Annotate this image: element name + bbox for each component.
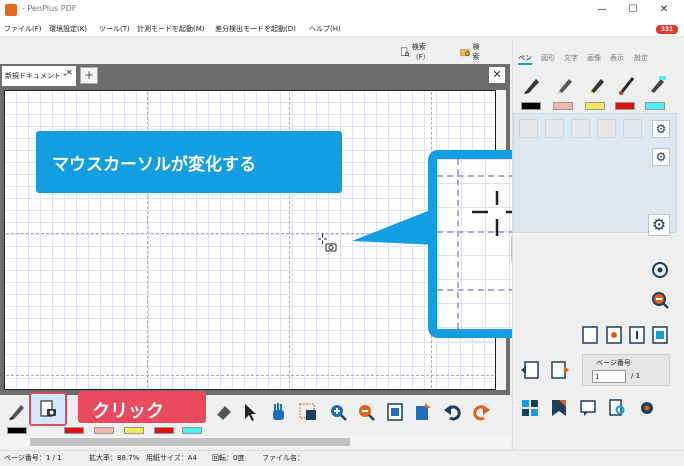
page-icon[interactable] [580, 325, 600, 345]
capture-button[interactable] [29, 392, 67, 426]
color-swatch[interactable] [124, 427, 144, 434]
select-area-icon[interactable] [298, 402, 318, 422]
layout-icon[interactable] [520, 398, 540, 418]
color-swatch[interactable] [64, 427, 84, 434]
menu-bar: ファイル(F) 環境設定(K) ツール(T) 計測モードを起動(M) 差分検出モ… [0, 20, 684, 37]
status-rotation: 回転：0度 [212, 454, 245, 462]
color-swatch[interactable] [645, 102, 665, 110]
pen-icon[interactable] [522, 75, 542, 95]
tab-view[interactable]: 表示 [610, 53, 624, 63]
scrollbar-thumb[interactable] [30, 438, 350, 446]
search-folder-icon [460, 49, 470, 57]
undo-icon[interactable] [442, 402, 462, 422]
tab-pen[interactable]: ペン [518, 53, 532, 65]
tab-settings[interactable]: 設定 [634, 53, 648, 63]
status-page: ページ番号：1 / 1 [4, 454, 62, 462]
callout-pointer [352, 207, 438, 245]
color-swatch[interactable] [553, 102, 573, 110]
redo-icon[interactable] [472, 402, 492, 422]
arrow-cursor-icon[interactable] [240, 402, 260, 422]
search-button-label: 検索（F） [411, 43, 430, 61]
tab-image[interactable]: 画像 [587, 53, 601, 63]
insert-page-icon[interactable] [550, 360, 570, 380]
tab-text[interactable]: 文字 [564, 53, 578, 63]
bookmark-icon[interactable] [549, 398, 569, 418]
page-icon[interactable] [650, 325, 670, 345]
status-zoom: 拡大率：88.7% [89, 454, 140, 462]
folder-search-button[interactable]: 検索 [460, 43, 483, 61]
gear-icon[interactable]: ⚙ [648, 214, 670, 236]
status-paper: 用紙サイズ：A4 [146, 454, 198, 462]
page-move-icon[interactable] [413, 402, 433, 422]
page-icon[interactable] [627, 325, 647, 345]
close-button[interactable]: ✕ [654, 2, 674, 18]
notification-badge[interactable]: 331 [656, 25, 678, 34]
color-swatch[interactable] [615, 102, 635, 110]
menu-measure-mode[interactable]: 計測モードを起動(M) [137, 24, 205, 34]
search-icon [401, 47, 410, 57]
tab-shape[interactable]: 図形 [541, 53, 555, 63]
brush-icon[interactable] [617, 75, 637, 95]
pen-icon[interactable] [555, 75, 575, 95]
title-bar [0, 0, 684, 20]
pen-slot[interactable] [545, 119, 564, 138]
menu-file[interactable]: ファイル(F) [4, 24, 42, 34]
close-document-button[interactable]: ✕ [489, 67, 505, 83]
minimize-button[interactable]: — [592, 2, 612, 18]
menu-help[interactable]: ヘルプ(H) [309, 24, 341, 34]
gear-icon[interactable] [637, 398, 657, 418]
fit-page-icon[interactable] [385, 402, 405, 422]
click-callout-text: クリック [92, 401, 164, 422]
folder-search-label: 検索 [472, 43, 480, 61]
capture-cursor-icon [318, 234, 337, 252]
menu-tools[interactable]: ツール(T) [99, 24, 130, 34]
color-swatch[interactable] [521, 102, 541, 110]
zoom-out-icon[interactable] [356, 402, 376, 422]
pen-slot[interactable] [571, 119, 590, 138]
color-swatch[interactable] [94, 427, 114, 434]
document-tab[interactable]: 新規ドキュメント * [2, 66, 76, 86]
page-number-label: ページ番号 [596, 359, 631, 367]
eraser-icon[interactable] [214, 402, 234, 422]
maximize-button[interactable]: ☐ [623, 2, 643, 18]
callout-text: マウスカーソルが変化する [52, 155, 256, 175]
page-icon[interactable] [604, 325, 624, 345]
menu-diff-mode[interactable]: 差分検出モードを起動(D) [215, 24, 296, 34]
page-total: / 1 [631, 372, 641, 380]
pen-icon[interactable] [587, 75, 607, 95]
menu-settings[interactable]: 環境設定(K) [49, 24, 87, 34]
target-icon[interactable] [650, 260, 670, 280]
search-icon[interactable] [607, 398, 627, 418]
zoom-out-icon[interactable] [650, 290, 670, 310]
window-title: - PenPlus PDF [22, 4, 77, 13]
zoom-in-icon[interactable] [328, 402, 348, 422]
status-filename: ファイル名： [262, 454, 304, 462]
color-swatch[interactable] [585, 102, 605, 110]
page-number-input[interactable]: 1 [592, 370, 626, 383]
app-icon [5, 4, 17, 16]
comment-icon[interactable] [578, 398, 598, 418]
color-swatch[interactable] [154, 427, 174, 434]
add-tab-button[interactable]: + [80, 67, 98, 84]
search-button[interactable]: 検索（F） [400, 43, 434, 61]
color-swatch[interactable] [182, 427, 202, 434]
highlighter-icon[interactable] [647, 75, 667, 95]
gear-icon[interactable]: ⚙ [652, 148, 670, 166]
pen-slot[interactable] [519, 119, 538, 138]
pen-slot[interactable] [623, 119, 642, 138]
gear-icon[interactable]: ⚙ [652, 120, 670, 138]
pen-slot[interactable] [597, 119, 616, 138]
tab-close-icon[interactable]: ✕ [66, 68, 73, 77]
pen-icon[interactable] [7, 401, 27, 421]
capture-icon [40, 400, 56, 417]
document-tab-bar [0, 64, 510, 86]
insert-page-icon[interactable] [520, 360, 540, 380]
hand-icon[interactable] [268, 402, 288, 422]
color-swatch[interactable] [7, 427, 27, 434]
